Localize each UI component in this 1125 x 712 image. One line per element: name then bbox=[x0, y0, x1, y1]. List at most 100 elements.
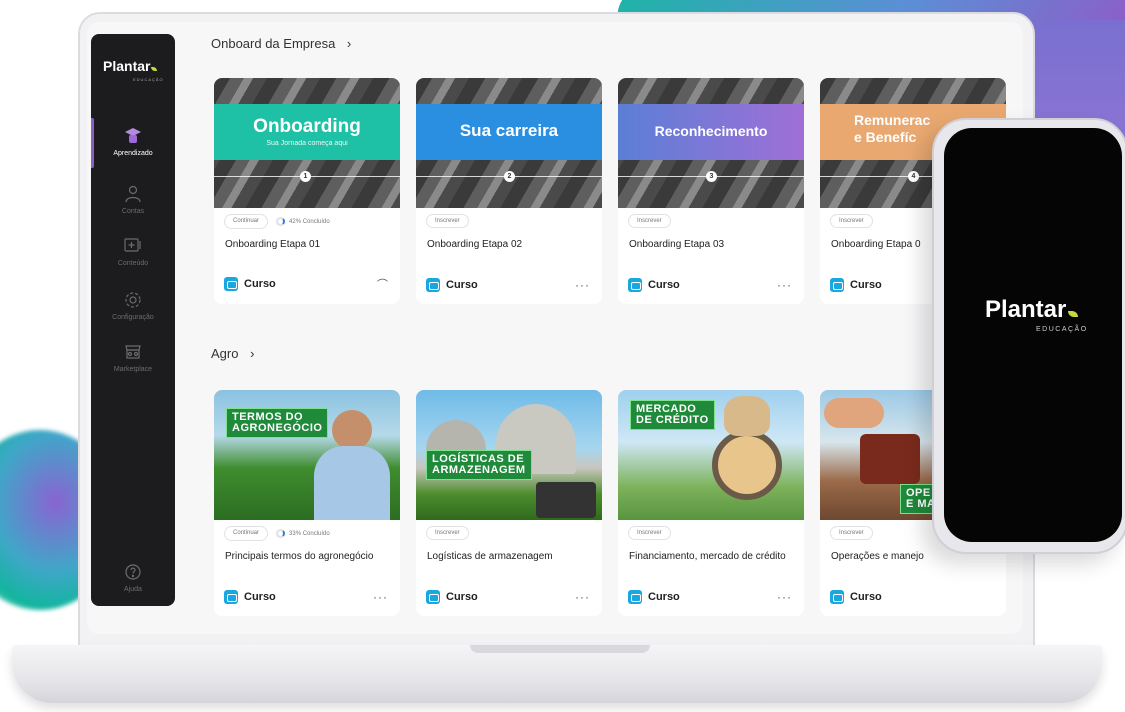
sidebar-item-conteudo[interactable]: Conteúdo bbox=[91, 236, 175, 267]
progress-ring-icon bbox=[276, 217, 286, 226]
user-icon bbox=[125, 185, 141, 203]
card-status-row: Continuar 42% Concluído bbox=[224, 214, 332, 229]
more-options-icon[interactable]: ··· bbox=[575, 590, 590, 604]
course-card[interactable]: Onboarding Sua Jornada começa aqui 1 Con… bbox=[214, 78, 400, 304]
money-bag-image bbox=[724, 396, 770, 436]
thumbnail-tag: TERMOS DO AGRONEGÓCIO bbox=[226, 408, 329, 438]
card-footer: Curso bbox=[830, 590, 994, 604]
chevron-right-icon: › bbox=[346, 36, 352, 51]
continue-chip[interactable]: Continuar bbox=[224, 526, 269, 541]
thumbnail-banner: Sua carreira bbox=[416, 104, 602, 160]
laptop-base bbox=[12, 645, 1102, 703]
sidebar-item-label: Aprendizado bbox=[113, 150, 153, 157]
magnifier-coins-image bbox=[712, 430, 782, 500]
continue-chip[interactable]: Continuar bbox=[224, 214, 269, 229]
enroll-chip[interactable]: Inscrever bbox=[426, 526, 469, 540]
step-number: 1 bbox=[300, 171, 311, 182]
sidebar-item-marketplace[interactable]: Marketplace bbox=[91, 342, 175, 373]
thumbnail-tag: MERCADO DE CRÉDITO bbox=[630, 400, 715, 430]
course-icon bbox=[830, 278, 844, 292]
sidebar-item-label: Ajuda bbox=[124, 586, 142, 593]
laptop-base-notch bbox=[470, 645, 650, 653]
step-number: 2 bbox=[504, 171, 515, 182]
card-status-row: Inscrever bbox=[426, 526, 469, 540]
section-title-agro[interactable]: Agro › bbox=[211, 346, 254, 361]
course-card[interactable]: Reconhecimento 3 Inscrever Onboarding Et… bbox=[618, 78, 804, 304]
card-footer: Curso ··· bbox=[628, 590, 792, 604]
course-type: Curso bbox=[830, 278, 882, 292]
progress-indicator: 33% Concluído bbox=[274, 526, 332, 541]
card-status-row: Inscrever bbox=[426, 214, 469, 228]
enroll-chip[interactable]: Inscrever bbox=[628, 214, 671, 228]
course-thumbnail: MERCADO DE CRÉDITO bbox=[618, 390, 804, 520]
course-card[interactable]: LOGÍSTICAS DE ARMAZENAGEM Inscrever Logí… bbox=[416, 390, 602, 616]
course-type: Curso bbox=[426, 590, 478, 604]
sidebar-item-configuracao[interactable]: Configuração bbox=[91, 290, 175, 321]
course-icon bbox=[224, 277, 238, 291]
brand-logo[interactable]: Plantar bbox=[103, 58, 158, 74]
course-icon bbox=[224, 590, 238, 604]
card-title: Financiamento, mercado de crédito bbox=[629, 551, 786, 562]
card-title: Onboarding Etapa 02 bbox=[427, 239, 523, 250]
course-type: Curso bbox=[224, 277, 276, 291]
enroll-chip[interactable]: Inscrever bbox=[830, 526, 873, 540]
more-options-icon[interactable]: ··· bbox=[373, 590, 388, 604]
course-icon bbox=[628, 590, 642, 604]
course-icon bbox=[426, 590, 440, 604]
card-status-row: Inscrever bbox=[628, 526, 671, 540]
course-thumbnail: Onboarding Sua Jornada começa aqui 1 bbox=[214, 78, 400, 208]
sidebar-item-label: Configuração bbox=[112, 314, 154, 321]
course-type: Curso bbox=[830, 590, 882, 604]
course-thumbnail: Sua carreira 2 bbox=[416, 78, 602, 208]
card-title: Onboarding Etapa 03 bbox=[629, 239, 725, 250]
progress-ring-icon bbox=[276, 529, 286, 538]
tractor-image bbox=[860, 434, 920, 484]
step-number: 3 bbox=[706, 171, 717, 182]
more-options-icon[interactable]: ··· bbox=[777, 278, 792, 292]
card-title: Logísticas de armazenagem bbox=[427, 551, 553, 562]
card-footer: Curso ··· bbox=[224, 590, 388, 604]
course-icon bbox=[628, 278, 642, 292]
card-status-row: Inscrever bbox=[830, 214, 873, 228]
card-footer: Curso ··· bbox=[426, 278, 590, 292]
store-icon bbox=[125, 345, 141, 359]
enroll-chip[interactable]: Inscrever bbox=[628, 526, 671, 540]
hand-image bbox=[824, 398, 884, 428]
leaf-icon bbox=[151, 67, 158, 71]
card-footer: Curso ··· bbox=[628, 278, 792, 292]
sidebar-item-label: Contas bbox=[121, 208, 145, 215]
phone-brand-subtitle: EDUCAÇÃO bbox=[1036, 326, 1088, 333]
more-options-icon[interactable]: ··· bbox=[777, 590, 792, 604]
course-type: Curso bbox=[224, 590, 276, 604]
leaf-icon bbox=[1068, 311, 1079, 317]
sidebar-item-contas[interactable]: Contas bbox=[91, 184, 175, 215]
gear-icon bbox=[125, 292, 141, 308]
link-icon[interactable]: ⌒ bbox=[377, 276, 388, 292]
section-title-onboard[interactable]: Onboard da Empresa › bbox=[211, 36, 351, 51]
card-status-row: Continuar 33% Concluído bbox=[224, 526, 332, 541]
sidebar-item-ajuda[interactable]: Ajuda bbox=[91, 562, 175, 593]
step-number: 4 bbox=[908, 171, 919, 182]
course-card[interactable]: MERCADO DE CRÉDITO Inscrever Financiamen… bbox=[618, 390, 804, 616]
enroll-chip[interactable]: Inscrever bbox=[426, 214, 469, 228]
brand-subtitle: EDUCAÇÃO bbox=[133, 77, 164, 82]
truck-image bbox=[536, 482, 596, 518]
graduate-icon bbox=[125, 128, 141, 143]
card-title: Onboarding Etapa 01 bbox=[225, 239, 321, 250]
course-card[interactable]: Sua carreira 2 Inscrever Onboarding Etap… bbox=[416, 78, 602, 304]
person-photo bbox=[332, 410, 372, 450]
sidebar-item-aprendizado[interactable]: Aprendizado bbox=[91, 126, 175, 157]
more-options-icon[interactable]: ··· bbox=[575, 278, 590, 292]
phone-brand-logo: Plantar bbox=[985, 296, 1079, 324]
sidebar-item-label: Marketplace bbox=[113, 366, 153, 373]
app-screen: Plantar EDUCAÇÃO Aprendizado Contas Cont… bbox=[87, 22, 1023, 634]
phone-notch bbox=[988, 128, 1078, 144]
card-footer: Curso ⌒ bbox=[224, 276, 388, 292]
sidebar: Plantar EDUCAÇÃO Aprendizado Contas Cont… bbox=[91, 34, 175, 606]
course-icon bbox=[830, 590, 844, 604]
course-thumbnail: TERMOS DO AGRONEGÓCIO bbox=[214, 390, 400, 520]
enroll-chip[interactable]: Inscrever bbox=[830, 214, 873, 228]
content-icon bbox=[124, 238, 141, 252]
thumbnail-banner: Reconhecimento bbox=[618, 104, 804, 160]
course-card[interactable]: TERMOS DO AGRONEGÓCIO Continuar 33% Conc… bbox=[214, 390, 400, 616]
